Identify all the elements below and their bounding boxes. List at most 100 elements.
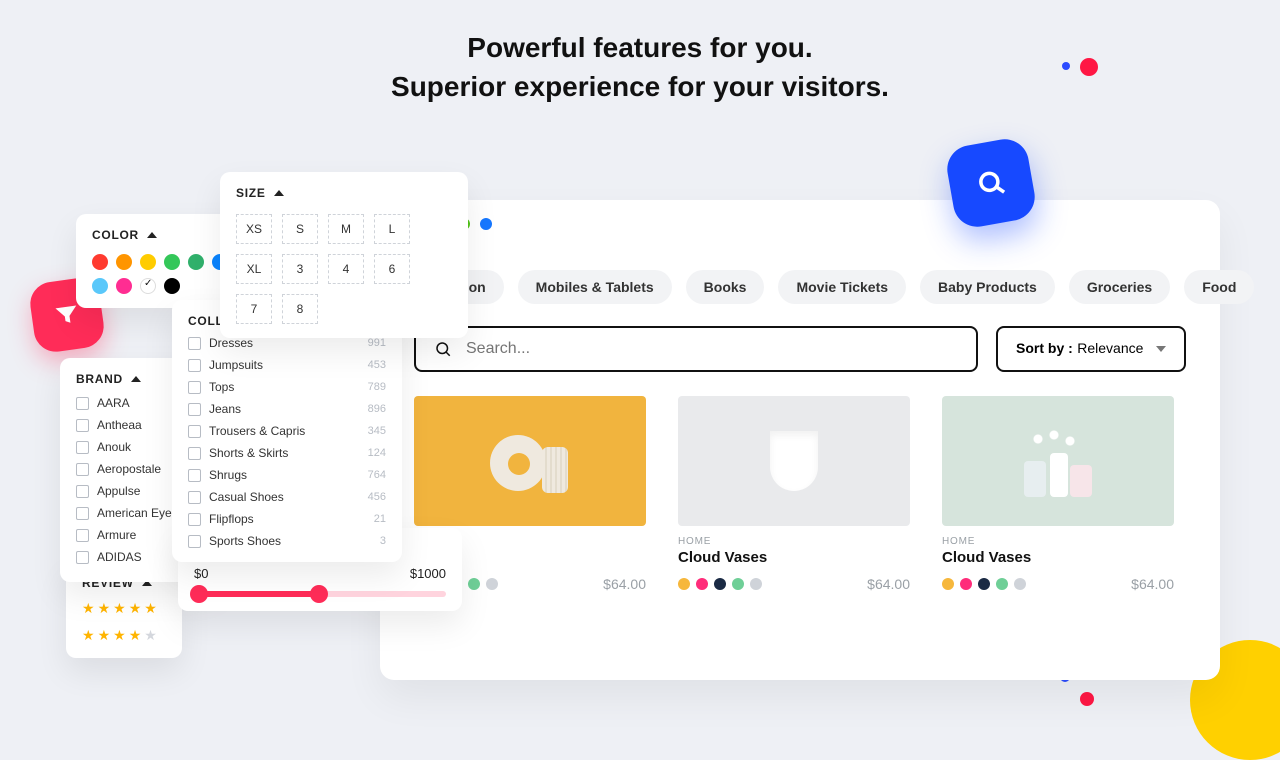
checkbox-icon [188,513,201,526]
search-input[interactable] [466,340,958,358]
product-swatches[interactable] [942,578,1026,590]
sort-value: Relevance [1077,340,1143,356]
product-card[interactable]: HOME Cloud Vases $64.00 [678,396,910,592]
color-swatch[interactable] [164,254,180,270]
size-option[interactable]: 8 [282,294,318,324]
size-option[interactable]: M [328,214,364,244]
checkbox-icon [76,441,89,454]
collection-count: 21 [374,513,386,525]
checkbox-icon [188,381,201,394]
checkbox-icon [188,403,201,416]
tab-food[interactable]: Food [1184,270,1254,304]
sort-dropdown[interactable]: Sort by : Relevance [996,326,1186,372]
price-slider-min-thumb[interactable] [190,585,208,603]
filter-size-title: SIZE [236,186,266,200]
checkbox-icon [76,551,89,564]
window-controls [414,218,1186,230]
collection-count: 991 [368,337,386,349]
product-card[interactable]: HOME Cloud Vases $64.00 [942,396,1174,592]
size-option[interactable]: XL [236,254,272,284]
collection-count: 345 [368,425,386,437]
collection-count: 896 [368,403,386,415]
size-option[interactable]: 4 [328,254,364,284]
color-swatch[interactable] [92,278,108,294]
collection-count: 124 [368,447,386,459]
color-swatch[interactable] [140,278,156,294]
product-category: HOME [678,536,910,547]
collection-label: Sports Shoes [209,534,281,548]
color-swatch[interactable] [164,278,180,294]
size-option[interactable]: L [374,214,410,244]
collection-option[interactable]: Shrugs 764 [188,468,386,482]
brand-label: ADIDAS [97,550,142,564]
collection-label: Shrugs [209,468,247,482]
collection-label: Trousers & Capris [209,424,305,438]
product-swatches[interactable] [678,578,762,590]
checkbox-icon [76,397,89,410]
storefront-panel: Fashion Mobiles & Tablets Books Movie Ti… [380,200,1220,680]
review-4-stars[interactable]: ★★★★★ [82,627,166,644]
tab-books[interactable]: Books [686,270,765,304]
product-name: Cloud Vases [942,549,1174,566]
chevron-up-icon[interactable] [274,190,284,196]
size-option[interactable]: 7 [236,294,272,324]
chevron-up-icon[interactable] [131,376,141,382]
size-option[interactable]: XS [236,214,272,244]
search-icon [434,340,452,358]
collection-option[interactable]: Jeans896 [188,402,386,416]
checkbox-icon [188,469,201,482]
collection-option[interactable]: Casual Shoes456 [188,490,386,504]
collection-label: Tops [209,380,234,394]
product-grid: HOME Vases $64.00 HOME Cloud Vases $64.0… [414,396,1186,592]
decorative-dot [1080,692,1094,706]
search-icon [944,136,1039,231]
size-options: XS S M L XL 3 4 6 7 8 [236,214,452,324]
collection-option[interactable]: Flipflops21 [188,512,386,526]
tab-groceries[interactable]: Groceries [1069,270,1170,304]
collection-option[interactable]: Dresses991 [188,336,386,350]
checkbox-icon [76,419,89,432]
brand-label: American Eye [97,506,172,520]
product-price: $64.00 [603,576,646,592]
size-option[interactable]: 6 [374,254,410,284]
color-swatch[interactable] [116,254,132,270]
chevron-up-icon[interactable] [147,232,157,238]
checkbox-icon [76,485,89,498]
checkbox-icon [188,425,201,438]
color-swatch[interactable] [188,254,204,270]
price-min: $0 [194,566,208,581]
product-thumbnail [942,396,1174,526]
chevron-down-icon [1156,346,1166,352]
filter-collections-card: COLLECTIONS Dresses991Jumpsuits453Tops78… [172,300,402,562]
collection-count: 3 [380,535,386,547]
collection-count: 764 [368,469,386,481]
search-box[interactable] [414,326,978,372]
checkbox-icon [76,529,89,542]
collection-option[interactable]: Sports Shoes 3 [188,534,386,548]
color-swatch[interactable] [140,254,156,270]
product-price: $64.00 [1131,576,1174,592]
size-option[interactable]: S [282,214,318,244]
tab-movie-tickets[interactable]: Movie Tickets [778,270,906,304]
color-swatch[interactable] [92,254,108,270]
decorative-dot [1062,62,1070,70]
collection-option[interactable]: Shorts & Skirts124 [188,446,386,460]
price-slider-max-thumb[interactable] [310,585,328,603]
collection-option[interactable]: Tops789 [188,380,386,394]
price-slider[interactable] [194,591,446,597]
tab-mobiles[interactable]: Mobiles & Tablets [518,270,672,304]
collection-option[interactable]: Jumpsuits453 [188,358,386,372]
filter-color-title: COLOR [92,228,139,242]
product-category: HOME [942,536,1174,547]
checkbox-icon [188,491,201,504]
color-swatches [92,254,230,294]
collection-option[interactable]: Trousers & Capris 345 [188,424,386,438]
decorative-dot [1080,58,1098,76]
review-5-stars[interactable]: ★★★★★ [82,600,166,617]
marketing-headline: Powerful features for you. Superior expe… [0,0,1280,106]
size-option[interactable]: 3 [282,254,318,284]
tab-baby-products[interactable]: Baby Products [920,270,1055,304]
brand-label: Armure [97,528,136,542]
checkbox-icon [76,507,89,520]
color-swatch[interactable] [116,278,132,294]
